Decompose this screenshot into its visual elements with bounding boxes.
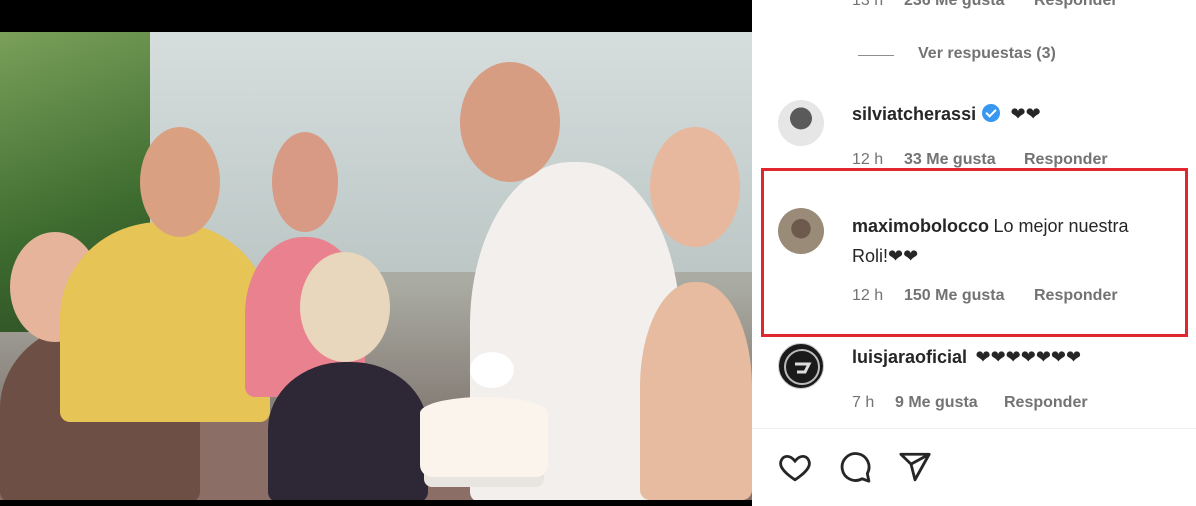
- comment-text: ❤❤❤❤❤❤❤: [975, 347, 1082, 367]
- logo-icon: [784, 349, 820, 385]
- share-icon[interactable]: [898, 450, 932, 489]
- avatar[interactable]: [778, 100, 824, 146]
- comment-text: ❤❤: [1010, 104, 1041, 124]
- comment-likes[interactable]: 9 Me gusta: [895, 394, 978, 411]
- view-replies-button[interactable]: Ver respuestas (3): [918, 45, 1056, 62]
- comment-time: 7 h: [852, 394, 875, 411]
- reply-button[interactable]: Responder: [1024, 151, 1108, 168]
- reply-button[interactable]: Responder: [1034, 0, 1118, 9]
- comment-likes[interactable]: 33 Me gusta: [904, 151, 996, 168]
- comment-meta-previous: 13 h 236 Me gusta Responder: [752, 0, 1196, 16]
- avatar[interactable]: [778, 343, 824, 389]
- photo-person-head: [140, 127, 220, 237]
- comment-icon[interactable]: [838, 450, 872, 489]
- birthday-cake: [420, 397, 548, 477]
- verified-badge-icon: [982, 104, 1001, 122]
- photo-person: [268, 362, 428, 500]
- photo-person-head: [300, 252, 390, 362]
- comment-username[interactable]: luisjaraoficial: [852, 347, 967, 367]
- comment-likes[interactable]: 236 Me gusta: [904, 0, 1004, 9]
- post-photo: [0, 0, 752, 506]
- comment-time: 13 h: [852, 0, 884, 9]
- view-replies-row[interactable]: Ver respuestas (3): [752, 44, 1196, 68]
- heart-icon[interactable]: [778, 450, 812, 489]
- photo-person: [60, 222, 270, 422]
- replies-line: [858, 55, 894, 56]
- post-image[interactable]: [0, 32, 752, 500]
- highlight-box: [761, 168, 1188, 337]
- reply-button[interactable]: Responder: [1004, 394, 1088, 411]
- panel-divider: [752, 428, 1196, 429]
- photo-person-head: [460, 62, 560, 182]
- comment-time: 12 h: [852, 151, 884, 168]
- photo-person-head: [272, 132, 338, 232]
- photo-person: [640, 282, 752, 500]
- cake-topper: [470, 352, 514, 388]
- comment-username[interactable]: silviatcherassi: [852, 104, 976, 124]
- photo-person-head: [650, 127, 740, 247]
- comment-item: luisjaraoficial ❤❤❤❤❤❤❤ 7 h 9 Me gusta R…: [752, 343, 1196, 423]
